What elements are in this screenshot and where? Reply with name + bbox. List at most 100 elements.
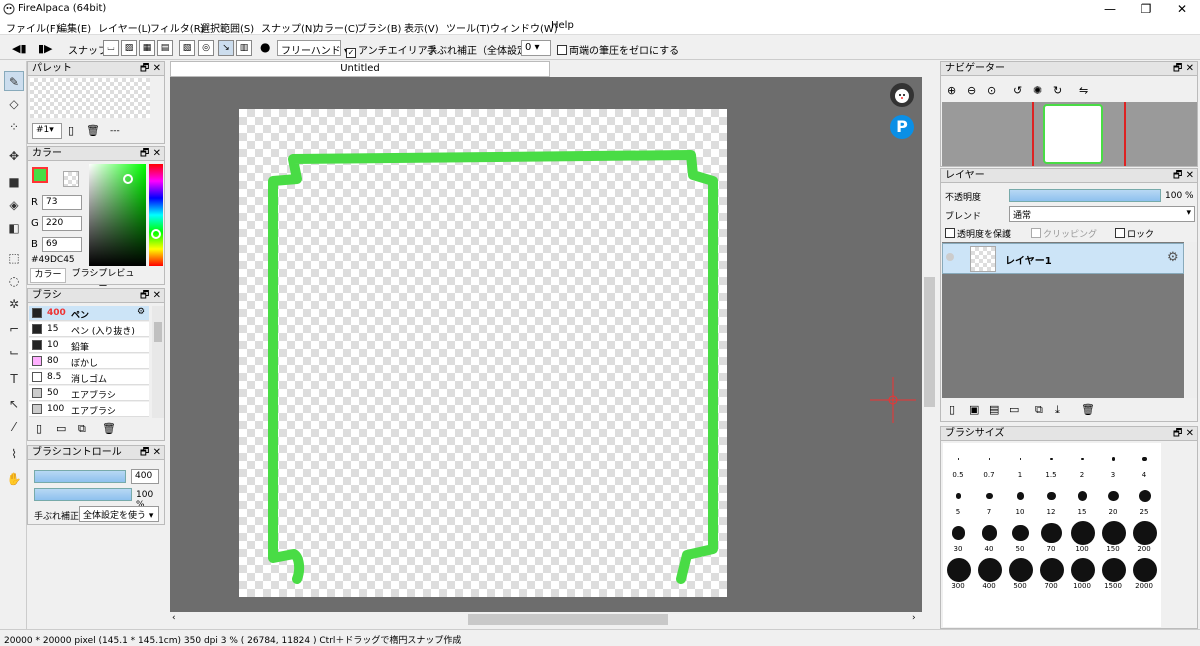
snap-grid-icon[interactable]: ▦ [139,40,155,56]
hue-slider[interactable] [149,164,163,266]
brush-size-dot[interactable] [1041,522,1062,544]
visibility-icon[interactable] [946,253,954,261]
drawing-canvas[interactable] [239,109,727,597]
brush-opacity-slider[interactable] [34,488,132,501]
panel-controls-icon[interactable]: 🗗 ✕ [1173,169,1194,182]
maximize-icon[interactable]: ❐ [1128,0,1164,18]
protect-checkbox[interactable]: 透明度を保護 [945,227,1011,240]
brush-size-dot[interactable] [946,558,971,582]
document-tab[interactable]: Untitled [170,61,550,77]
stabilizer-select[interactable]: 0 ▾ [521,40,551,56]
dot-tool-icon[interactable]: ⁘ [4,117,24,137]
snap-vanish-icon[interactable]: ▧ [179,40,195,56]
panel-controls-icon[interactable]: 🗗 ✕ [1173,62,1194,75]
blend-select[interactable]: 通常 ▾ [1009,206,1195,222]
minimize-icon[interactable]: — [1092,0,1128,18]
brush-size-dot[interactable] [1047,491,1056,501]
list-item[interactable]: 80 ぼかし [29,354,149,369]
list-item[interactable]: 100 エアブラシ [29,402,149,417]
saturation-value-picker[interactable] [89,164,146,266]
panel-controls-icon[interactable]: 🗗 ✕ [140,289,161,302]
select-tool-icon[interactable]: ⬚ [4,248,24,268]
brush-size-dot[interactable] [1070,558,1095,582]
brush-size-dot[interactable] [1077,491,1088,501]
select-eraser-tool-icon[interactable]: ⌙ [4,342,24,362]
antialias-checkbox[interactable]: ✓ アンチエイリアス [346,42,438,58]
new-8bit-layer-icon[interactable]: ▣ [969,403,979,416]
menu-window[interactable]: ウィンドウ(W) [490,20,558,35]
brush-size-dot[interactable] [1132,521,1157,545]
text-tool-icon[interactable]: T [4,369,24,389]
brush-scrollbar[interactable] [152,306,164,418]
layer-opacity-slider[interactable] [1009,189,1161,202]
palette-swatches[interactable] [30,78,150,118]
select-pen-tool-icon[interactable]: ⌐ [4,319,24,339]
gradient-tool-icon[interactable]: ◧ [4,218,24,238]
b-input[interactable]: 69 [42,237,82,252]
pixiv-icon[interactable]: P [890,115,914,139]
magic-wand-tool-icon[interactable]: ✲ [4,294,24,314]
snap-parallel-icon[interactable]: ▨ [121,40,137,56]
zoom-in-icon[interactable]: ⊕ [947,84,956,97]
flip-icon[interactable]: ⇋ [1079,84,1088,97]
rotate-right-icon[interactable]: ↻ [1053,84,1062,97]
panel-controls-icon[interactable]: 🗗 ✕ [1173,427,1194,440]
navigator-preview[interactable] [942,102,1197,166]
menu-edit[interactable]: 編集(E) [57,20,91,35]
menu-color[interactable]: カラー(C) [314,20,359,35]
layer-scrollbar[interactable] [1185,242,1197,398]
pressure-checkbox[interactable]: 両端の筆圧をゼロにする [557,42,679,57]
eraser-tool-icon[interactable]: ◇ [4,94,24,114]
brush-size-dot[interactable] [1101,521,1126,545]
move-tool-icon[interactable]: ✥ [4,146,24,166]
trash-icon[interactable]: 🗑 [102,422,116,435]
prev-icon[interactable]: ◀▮ [12,42,27,55]
panel-controls-icon[interactable]: 🗗 ✕ [140,147,161,160]
list-item[interactable]: 10 鉛筆 [29,338,149,353]
alpaca-icon[interactable] [890,83,914,107]
brush-size-dot[interactable] [951,526,966,540]
hue-cursor[interactable] [151,229,161,239]
brush-size-slider[interactable] [34,470,126,483]
tab-brush-preview[interactable]: ブラシプレビュー [68,268,138,292]
brush-size-dot[interactable] [955,493,962,499]
palette-selector[interactable]: #1▾ [32,123,62,139]
bucket-tool-icon[interactable]: ◈ [4,195,24,215]
brush-size-dot[interactable] [977,558,1002,582]
zoom-fit-icon[interactable]: ⊙ [987,84,996,97]
gear-icon[interactable]: ⚙ [137,307,145,317]
menu-selection[interactable]: 選択範囲(S) [200,20,254,35]
snap-3d-icon[interactable]: ▥ [236,40,252,56]
brush-size-dot[interactable] [1101,558,1126,582]
list-item[interactable]: 50 エアブラシ [29,386,149,401]
gear-icon[interactable]: ⚙ [1167,250,1179,265]
brush-size-input[interactable]: 400 [131,469,159,484]
trash-icon[interactable]: 🗑 [1081,403,1095,416]
brush-size-dot[interactable] [986,492,993,500]
rotate-reset-icon[interactable]: ✺ [1033,84,1042,97]
scroll-left-icon[interactable]: ‹ [172,613,176,623]
operation-tool-icon[interactable]: ↖ [4,394,24,414]
new-page-icon[interactable]: ▯ [68,124,74,137]
brush-size-dot[interactable] [1111,457,1116,461]
brush-size-dot[interactable] [981,525,998,541]
merge-down-icon[interactable]: ⤓ [1055,403,1060,417]
snap-circle-icon[interactable]: ◎ [198,40,214,56]
brush-size-dot[interactable] [1070,521,1095,545]
trash-icon[interactable]: 🗑 [86,124,100,137]
brush-size-dot[interactable] [957,458,960,460]
lasso-tool-icon[interactable]: ◌ [4,271,24,291]
new-brush-icon[interactable]: ▯ [36,422,42,435]
brush-size-dot[interactable] [1081,457,1084,461]
brush-size-dot[interactable] [1019,458,1022,460]
fill-rect-tool-icon[interactable]: ■ [4,172,24,192]
menu-filter[interactable]: フィルタ(R) [150,20,205,35]
vertical-scrollbar[interactable] [922,77,937,612]
primary-color-swatch[interactable] [32,167,48,183]
next-icon[interactable]: ▮▶ [38,42,53,55]
menu-brush[interactable]: ブラシ(B) [357,20,401,35]
new-layer-icon[interactable]: ▯ [949,403,955,416]
canvas-area[interactable]: P [170,77,922,612]
tab-color[interactable]: カラー [30,268,66,283]
list-item[interactable]: 15 ペン (入り抜き) [29,322,149,337]
